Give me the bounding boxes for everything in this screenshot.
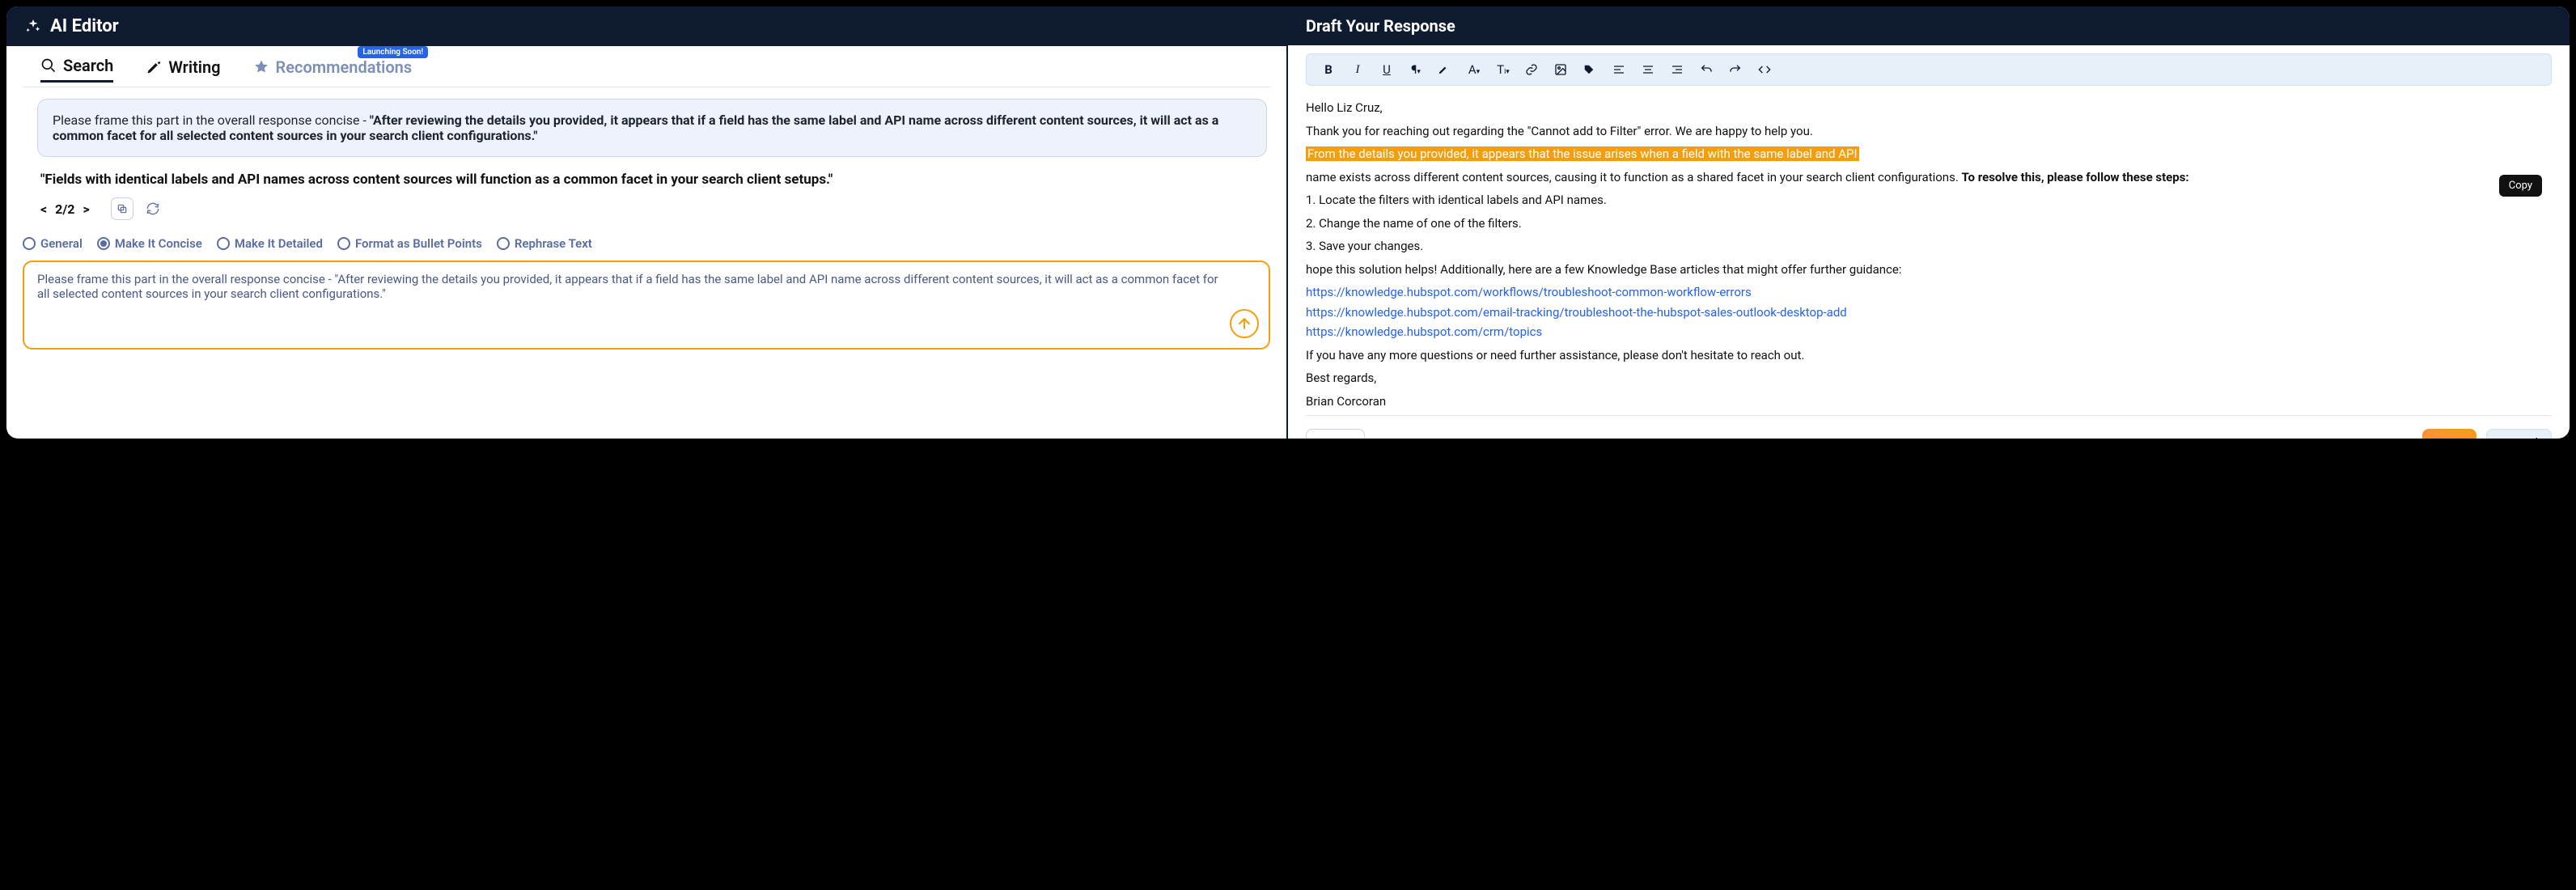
greeting: Hello Liz Cruz, [1306, 99, 2552, 117]
tab-recs-label: Recommendations [276, 57, 413, 77]
intro: Thank you for reaching out regarding the… [1306, 122, 2552, 141]
editor-body[interactable]: Hello Liz Cruz, Thank you for reaching o… [1288, 89, 2570, 415]
font-color-button[interactable]: A▾ [1467, 62, 1481, 77]
regenerate-button[interactable] [142, 197, 164, 220]
right-inner: B I U ¶▾ A▾ Ti▾ Hello Liz Cruz, Thank y [1288, 45, 2570, 439]
actions-right-group: Save Cancel [2422, 429, 2552, 439]
pager-next[interactable]: > [83, 201, 89, 217]
highlighted-block: From the details you provided, it appear… [1306, 145, 2552, 163]
option-general[interactable]: General [23, 236, 83, 251]
app-frame: AI Editor Search Writing Recommendations… [6, 6, 2570, 439]
tab-writing-label: Writing [168, 57, 220, 77]
option-detailed[interactable]: Make It Detailed [217, 236, 323, 251]
star-icon [253, 59, 269, 75]
tab-writing[interactable]: Writing [146, 57, 220, 82]
send-button[interactable] [1230, 309, 1259, 338]
align-right-button[interactable] [1671, 63, 1685, 76]
underline-button[interactable]: U [1379, 62, 1394, 77]
sparkle-icon [24, 18, 42, 36]
option-general-label: General [40, 236, 83, 251]
tab-recommendations[interactable]: Recommendations Launching Soon! [253, 57, 413, 82]
option-detailed-label: Make It Detailed [235, 236, 323, 251]
result-text: "Fields with identical labels and API na… [37, 157, 1267, 193]
option-concise[interactable]: Make It Concise [97, 236, 202, 251]
align-center-button[interactable] [1642, 63, 1656, 76]
step-3: 3. Save your changes. [1306, 237, 2552, 256]
signoff: Best regards, [1306, 369, 2552, 388]
actions-bar: Reset Save Cancel [1306, 415, 2552, 439]
align-left-button[interactable] [1612, 63, 1627, 76]
pager-prev[interactable]: < [40, 201, 47, 217]
right-panel: Draft Your Response B I U ¶▾ A▾ Ti▾ [1288, 6, 2570, 439]
option-concise-label: Make It Concise [115, 236, 202, 251]
option-bullets[interactable]: Format as Bullet Points [337, 236, 482, 251]
tabs: Search Writing Recommendations Launching… [23, 46, 1270, 87]
option-rephrase-label: Rephrase Text [515, 236, 592, 251]
step-1: 1. Locate the filters with identical lab… [1306, 191, 2552, 210]
prompt-card: Please frame this part in the overall re… [37, 99, 1267, 157]
tag-button[interactable] [1583, 64, 1598, 75]
tab-search[interactable]: Search [40, 56, 113, 83]
continuation-text: name exists across different content sou… [1306, 170, 1962, 184]
option-rephrase[interactable]: Rephrase Text [497, 236, 592, 251]
workspace: Please frame this part in the overall re… [6, 87, 1286, 439]
redo-button[interactable] [1729, 63, 1743, 76]
paragraph-button[interactable]: ¶▾ [1409, 62, 1423, 77]
composer[interactable]: Please frame this part in the overall re… [23, 261, 1270, 350]
text-size-button[interactable]: Ti▾ [1496, 62, 1510, 77]
copy-tooltip: Copy [2499, 175, 2542, 197]
reset-button[interactable]: Reset [1306, 429, 1365, 439]
pager-value: 2/2 [55, 201, 74, 217]
options-row: General Make It Concise Make It Detailed… [23, 231, 1270, 261]
right-title: Draft Your Response [1306, 16, 1455, 36]
prompt-lead: Please frame this part in the overall re… [53, 112, 370, 128]
highlight-button[interactable] [1438, 64, 1452, 75]
bold-button[interactable]: B [1321, 62, 1336, 77]
resolve-lead: To resolve this, please follow these ste… [1962, 170, 2189, 184]
undo-button[interactable] [1700, 63, 1714, 76]
right-topbar: Draft Your Response [1288, 6, 2570, 45]
link-button[interactable] [1525, 63, 1540, 76]
composer-lead: Please frame this part in the overall re… [37, 272, 334, 286]
cancel-button[interactable]: Cancel [2486, 429, 2552, 439]
tab-search-label: Search [63, 56, 113, 75]
signature-name: Brian Corcoran [1306, 392, 2552, 411]
continuation: name exists across different content sou… [1306, 168, 2552, 187]
kb-link-2[interactable]: https://knowledge.hubspot.com/email-trac… [1306, 303, 2552, 322]
closing: If you have any more questions or need f… [1306, 346, 2552, 365]
launching-soon-badge: Launching Soon! [358, 46, 428, 58]
step-2: 2. Change the name of one of the filters… [1306, 214, 2552, 233]
copy-result-button[interactable] [111, 197, 133, 220]
italic-button[interactable]: I [1350, 63, 1365, 77]
image-button[interactable] [1554, 63, 1569, 76]
result-pager: < 2/2 > [37, 193, 1267, 231]
editor-toolbar: B I U ¶▾ A▾ Ti▾ [1306, 53, 2552, 86]
outro-lead: hope this solution helps! Additionally, … [1306, 261, 2552, 279]
save-button[interactable]: Save [2422, 429, 2476, 439]
search-icon [40, 57, 57, 74]
kb-link-3[interactable]: https://knowledge.hubspot.com/crm/topics [1306, 323, 2552, 341]
kb-link-1[interactable]: https://knowledge.hubspot.com/workflows/… [1306, 283, 2552, 302]
left-panel: AI Editor Search Writing Recommendations… [6, 6, 1288, 439]
option-bullets-label: Format as Bullet Points [355, 236, 482, 251]
left-title: AI Editor [50, 16, 119, 36]
pencil-icon [146, 59, 162, 75]
left-topbar: AI Editor [6, 6, 1286, 46]
highlighted-text: From the details you provided, it appear… [1306, 146, 1859, 161]
code-button[interactable] [1758, 63, 1773, 76]
